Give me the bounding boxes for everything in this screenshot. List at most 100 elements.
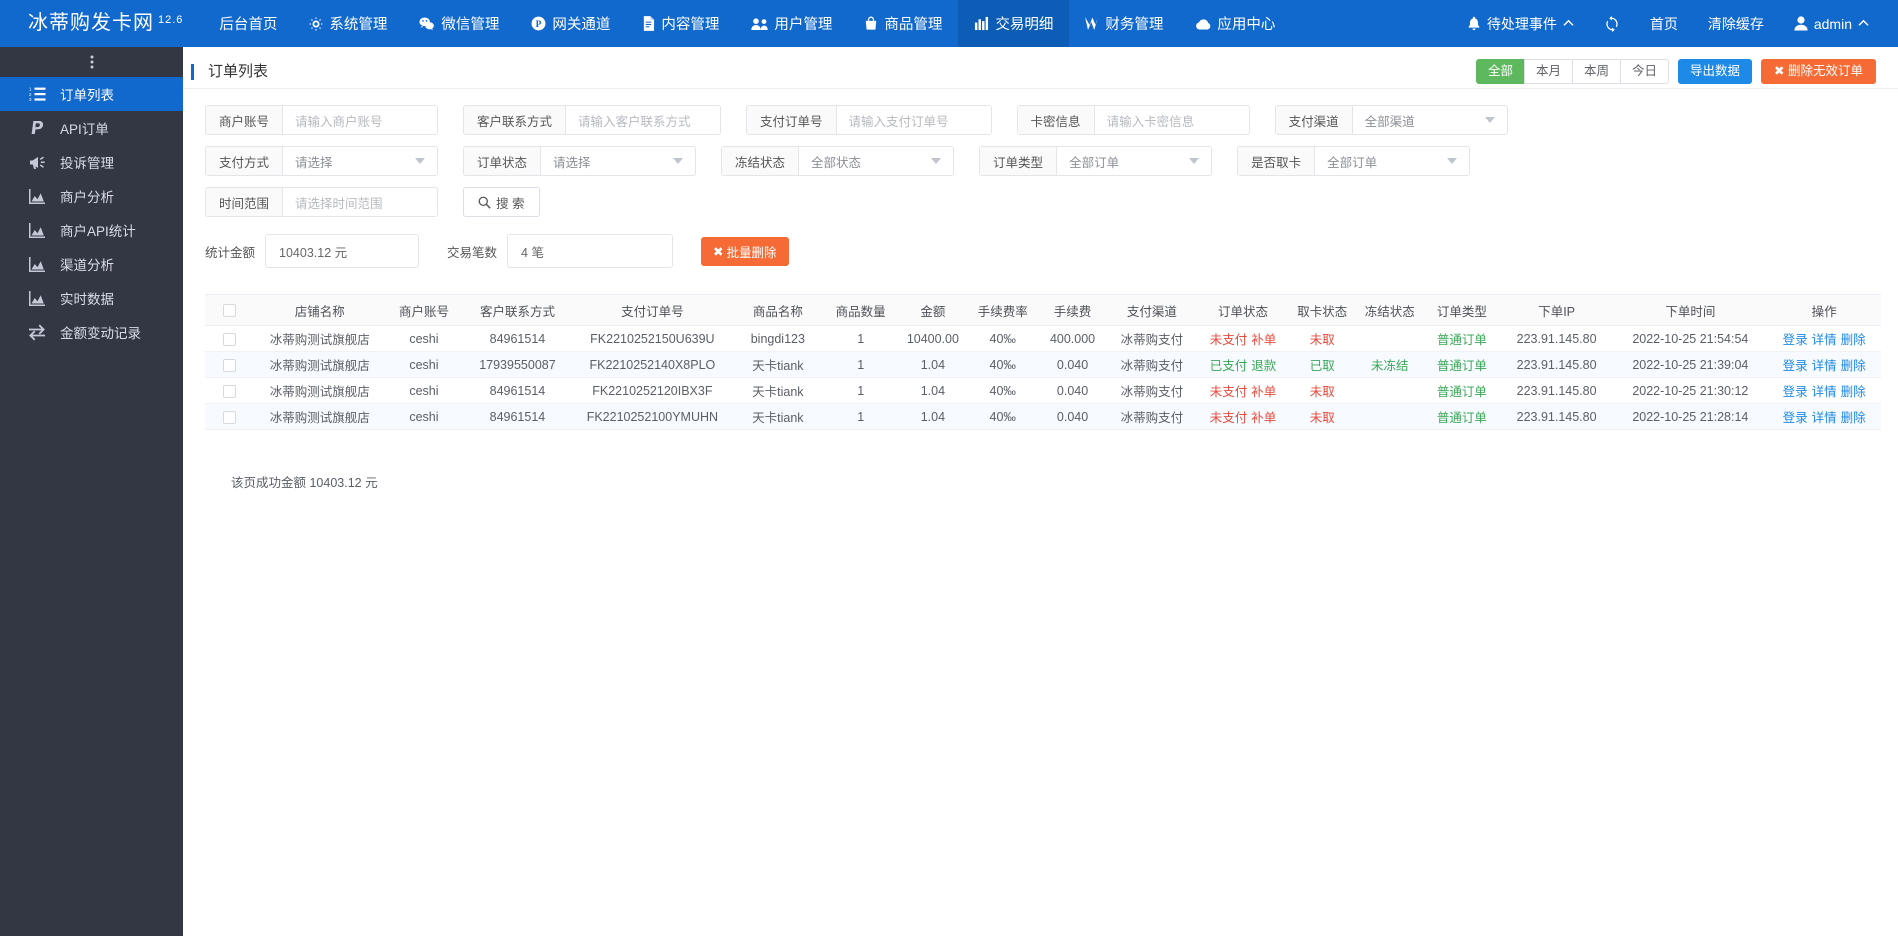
cloud-icon	[1196, 19, 1211, 30]
cell-qty: 1	[822, 325, 899, 352]
filter-input-row1-1[interactable]: 请输入客户联系方式	[566, 106, 720, 134]
svg-text:3: 3	[29, 97, 32, 102]
sidebar-item-3[interactable]: 商户分析	[0, 179, 183, 213]
nav-item-3[interactable]: P 网关通道	[515, 0, 626, 47]
column-header-17: 操作	[1767, 294, 1881, 326]
row-select-cell[interactable]	[205, 351, 255, 378]
nav-action-admin[interactable]: admin	[1779, 0, 1884, 47]
cell-qty: 1	[822, 403, 899, 430]
nav-item-0[interactable]: 后台首页	[203, 0, 293, 47]
cell-order-type: 普通订单	[1424, 351, 1500, 378]
order-status-action-link[interactable]: 补单	[1251, 333, 1276, 347]
filter-input-row1-0[interactable]: 请输入商户账号	[283, 106, 437, 134]
cell-qty: 1	[822, 377, 899, 404]
row-checkbox[interactable]	[223, 358, 237, 372]
sidebar-collapse-toggle[interactable]	[0, 47, 183, 77]
nav-item-6[interactable]: 商品管理	[848, 0, 958, 47]
cell-operations: 登录 详情 删除	[1767, 377, 1881, 404]
filter-label: 冻结状态	[722, 147, 800, 175]
filter-row-3: 时间范围 请选择时间范围 搜 索	[205, 187, 1884, 217]
filter-select-value: 全部订单	[1327, 155, 1378, 170]
nav-item-4[interactable]: 内容管理	[626, 0, 735, 47]
sidebar-menu: 1 2 3 订单列表 API订单 投诉管理 商户分析 商户API统计 渠道分析 实时数据 金额变动记…	[0, 77, 183, 349]
op-link-1[interactable]: 详情	[1812, 333, 1837, 347]
op-link-0[interactable]: 登录	[1783, 411, 1808, 425]
row-checkbox[interactable]	[223, 410, 237, 424]
row-checkbox[interactable]	[223, 384, 237, 398]
filter-all-button[interactable]: 全部	[1475, 59, 1525, 84]
row-select-cell[interactable]	[205, 325, 255, 352]
select-all-checkbox[interactable]	[223, 304, 237, 318]
filter-select-row2-3[interactable]: 全部订单	[1057, 147, 1211, 175]
op-link-0[interactable]: 登录	[1783, 385, 1808, 399]
op-link-2[interactable]: 删除	[1841, 411, 1866, 425]
cell-fee-rate: 40‰	[967, 377, 1039, 404]
brand-logo[interactable]: 冰蒂购发卡网 12.6	[0, 0, 203, 47]
select-all-header[interactable]	[205, 294, 255, 326]
order-status-badge: 未支付	[1209, 385, 1248, 399]
megaphone-icon	[29, 156, 45, 169]
filter-select-row1-4[interactable]: 全部渠道	[1353, 106, 1507, 134]
sidebar-item-6[interactable]: 实时数据	[0, 281, 183, 315]
nav-action-refresh-icon[interactable]	[1589, 0, 1635, 47]
filter-month-button[interactable]: 本月	[1523, 59, 1573, 84]
op-link-2[interactable]: 删除	[1841, 385, 1866, 399]
nav-item-5[interactable]: 用户管理	[735, 0, 848, 47]
sidebar-item-4[interactable]: 商户API统计	[0, 213, 183, 247]
search-icon	[478, 196, 491, 209]
nav-item-2[interactable]: 微信管理	[403, 0, 515, 47]
op-link-2[interactable]: 删除	[1841, 333, 1866, 347]
sidebar-item-0[interactable]: 1 2 3 订单列表	[0, 77, 183, 111]
chevron-down-icon	[1484, 117, 1495, 123]
order-status-badge: 未支付	[1209, 411, 1248, 425]
column-header-9: 手续费	[1038, 294, 1107, 326]
filter-today-button[interactable]: 今日	[1619, 59, 1669, 84]
order-status-action-link[interactable]: 退款	[1251, 359, 1276, 373]
op-link-2[interactable]: 删除	[1841, 359, 1866, 373]
gear-icon	[309, 16, 324, 31]
nav-action-待处理事件[interactable]: 待处理事件	[1452, 0, 1589, 47]
row-select-cell[interactable]	[205, 403, 255, 430]
nav-action-首页[interactable]: 首页	[1635, 0, 1693, 47]
filter-input-row1-3[interactable]: 请输入卡密信息	[1095, 106, 1249, 134]
filter-select-row2-1[interactable]: 请选择	[541, 147, 695, 175]
filter-select-row2-0[interactable]: 请选择	[283, 147, 437, 175]
batch-delete-button[interactable]: ✖ 批量删除	[701, 236, 789, 266]
primary-nav-list: 后台首页 系统管理 微信管理 P 网关通道 内容管理 用户管理 商品管理 交易明细 财务管理 应用中…	[203, 0, 1291, 47]
search-button[interactable]: 搜 索	[463, 187, 540, 217]
nav-item-1[interactable]: 系统管理	[293, 0, 403, 47]
filter-input-row1-2[interactable]: 请输入支付订单号	[837, 106, 991, 134]
op-link-1[interactable]: 详情	[1812, 359, 1837, 373]
filter-label: 时间范围	[206, 188, 284, 216]
cell-ip: 223.91.145.80	[1499, 377, 1614, 404]
filter-input-row3-0[interactable]: 请选择时间范围	[283, 188, 437, 216]
column-header-4: 支付订单号	[571, 294, 733, 326]
sidebar-item-1[interactable]: API订单	[0, 111, 183, 145]
area-chart-icon	[28, 290, 46, 306]
nav-item-9[interactable]: 应用中心	[1179, 0, 1291, 47]
sidebar-item-7[interactable]: 金额变动记录	[0, 315, 183, 349]
filter-week-button[interactable]: 本周	[1571, 59, 1621, 84]
sidebar-item-2[interactable]: 投诉管理	[0, 145, 183, 179]
op-link-0[interactable]: 登录	[1783, 359, 1808, 373]
filter-select-row2-4[interactable]: 全部订单	[1315, 147, 1469, 175]
area-chart-icon	[28, 188, 46, 204]
row-checkbox[interactable]	[223, 332, 237, 346]
op-link-1[interactable]: 详情	[1812, 411, 1837, 425]
filter-select-row2-2[interactable]: 全部状态	[799, 147, 953, 175]
order-status-action-link[interactable]: 补单	[1251, 385, 1276, 399]
op-link-0[interactable]: 登录	[1783, 333, 1808, 347]
chevron-up-icon	[1858, 19, 1869, 28]
cell-qty: 1	[822, 351, 899, 378]
nav-action-label: 清除缓存	[1707, 15, 1764, 32]
order-status-action-link[interactable]: 补单	[1251, 411, 1276, 425]
area-chart-icon	[29, 290, 45, 306]
sidebar-item-5[interactable]: 渠道分析	[0, 247, 183, 281]
nav-action-清除缓存[interactable]: 清除缓存	[1693, 0, 1779, 47]
delete-invalid-orders-button[interactable]: ✖ 删除无效订单	[1761, 59, 1876, 84]
export-data-button[interactable]: 导出数据	[1678, 59, 1753, 84]
nav-item-7[interactable]: 交易明细	[958, 0, 1070, 47]
op-link-1[interactable]: 详情	[1812, 385, 1837, 399]
nav-item-8[interactable]: 财务管理	[1069, 0, 1179, 47]
row-select-cell[interactable]	[205, 377, 255, 404]
